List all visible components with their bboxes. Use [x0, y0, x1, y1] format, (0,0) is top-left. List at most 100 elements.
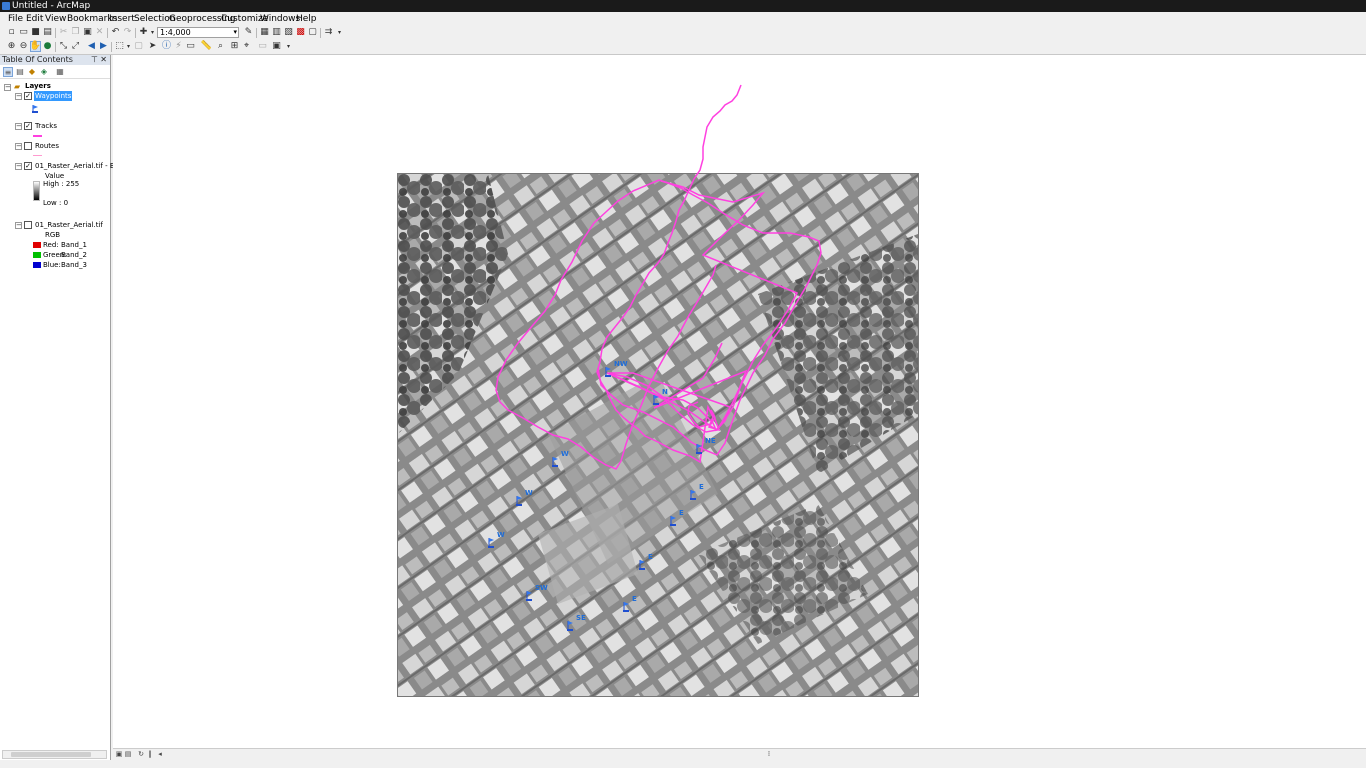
waypoint-e-3[interactable]: E — [639, 553, 653, 570]
list-by-drawing-order-icon[interactable]: ≡ — [3, 67, 13, 77]
waypoint-ne[interactable]: NE — [696, 437, 716, 454]
paste-icon[interactable]: ▣ — [82, 27, 93, 38]
copy-icon[interactable]: ❐ — [70, 27, 81, 38]
waypoints-overlay: NW N NE W W W E E E SW SE E — [488, 360, 716, 631]
list-by-source-icon[interactable]: ▤ — [15, 67, 25, 77]
fixed-zoom-in-icon[interactable]: ⤡ — [58, 41, 69, 52]
raster-band-high-label: High : 255 — [43, 180, 80, 188]
waypoint-n[interactable]: N — [653, 388, 668, 405]
menu-file[interactable]: File — [6, 13, 25, 26]
save-icon[interactable]: ■ — [30, 27, 41, 38]
waypoints-visibility-checkbox[interactable]: ✓ — [24, 92, 32, 100]
flag-icon — [32, 105, 38, 113]
new-document-icon[interactable]: ▫ — [6, 27, 17, 38]
blue-band-swatch — [33, 262, 41, 268]
grayscale-ramp — [33, 181, 40, 201]
refresh-icon[interactable]: ↻ — [137, 750, 145, 759]
collapse-raster-rgb-icon[interactable]: − — [15, 222, 22, 229]
map-view[interactable]: NW N NE W W W E E E SW SE E — [113, 55, 1366, 748]
data-view-icon[interactable]: ▣ — [115, 750, 123, 759]
waypoint-label-sw: SW — [535, 584, 548, 592]
toc-options-icon[interactable]: ▦ — [55, 67, 65, 77]
select-elements-icon[interactable]: ➤ — [147, 41, 158, 52]
layers-root-label[interactable]: Layers — [25, 81, 51, 91]
html-popup-icon[interactable]: ▭ — [185, 41, 196, 52]
delete-icon[interactable]: ✕ — [94, 27, 105, 38]
layout-view-icon[interactable]: ▤ — [124, 750, 132, 759]
catalog-window-icon[interactable]: ▥ — [271, 27, 282, 38]
raster-rgb-visibility-checkbox[interactable] — [24, 221, 32, 229]
find-icon[interactable]: ⌕ — [215, 41, 226, 52]
collapse-routes-icon[interactable]: − — [15, 143, 22, 150]
table-of-contents-icon[interactable]: ▦ — [259, 27, 270, 38]
layer-routes[interactable]: Routes — [35, 141, 59, 151]
waypoint-w-1[interactable]: W — [552, 450, 569, 467]
map-scale-combo[interactable]: 1:4,000 ▾ — [157, 27, 239, 38]
model-builder-icon[interactable]: ⇉ — [323, 27, 334, 38]
routes-visibility-checkbox[interactable] — [24, 142, 32, 150]
waypoint-e-2[interactable]: E — [670, 509, 684, 526]
waypoint-nw[interactable]: NW — [605, 360, 628, 377]
waypoint-sw[interactable]: SW — [526, 584, 548, 601]
menu-help[interactable]: Help — [294, 13, 319, 26]
collapse-waypoints-icon[interactable]: − — [15, 93, 22, 100]
identify-icon[interactable]: ⓘ — [161, 41, 172, 52]
waypoint-w-2[interactable]: W — [516, 489, 533, 506]
zoom-in-icon[interactable]: ⊕ — [6, 41, 17, 52]
editor-toolbar-icon[interactable]: ✎ — [243, 27, 254, 38]
green-band-value: Band_2 — [61, 251, 87, 259]
toc-title: Table Of Contents — [2, 55, 73, 64]
pin-icon[interactable]: ⊤ — [91, 55, 98, 65]
tracks-visibility-checkbox[interactable]: ✓ — [24, 122, 32, 130]
list-by-visibility-icon[interactable]: ◆ — [27, 67, 37, 77]
tools-toolbar: ⊕ ⊖ ✋ ● ⤡ ⤢ ◀ ▶ ⬚ ▾ ▢ ➤ ⓘ ⚡ ▭ 📏 ⌕ ⊞ ⌖ ▭ … — [0, 40, 1366, 55]
redo-icon[interactable]: ↷ — [122, 27, 133, 38]
waypoint-label-ne: NE — [705, 437, 716, 445]
hyperlink-icon[interactable]: ⚡ — [173, 41, 184, 52]
scroll-left-icon[interactable]: ◂ — [156, 750, 164, 759]
tools-options-icon[interactable]: ▾ — [283, 41, 294, 52]
arctoolbox-icon[interactable]: ▩ — [295, 27, 306, 38]
find-route-icon[interactable]: ⊞ — [229, 41, 240, 52]
time-slider-icon[interactable]: ▭ — [257, 41, 268, 52]
print-icon[interactable]: ▤ — [42, 27, 53, 38]
toolbar-options-icon[interactable]: ▾ — [334, 27, 345, 38]
open-icon[interactable]: ▭ — [18, 27, 29, 38]
layer-raster-rgb[interactable]: 01_Raster_Aerial.tif — [35, 220, 103, 230]
window-title: Untitled - ArcMap — [12, 1, 91, 11]
layer-waypoints[interactable]: Waypoints — [34, 91, 73, 101]
scrollbar-thumb[interactable] — [11, 752, 91, 757]
list-by-selection-icon[interactable]: ◈ — [39, 67, 49, 77]
clear-selection-icon[interactable]: ▢ — [133, 41, 144, 52]
collapse-layers-icon[interactable]: − — [4, 84, 11, 91]
layers-folder-icon: ▰ — [14, 82, 21, 91]
waypoint-label-e-3: E — [648, 553, 653, 561]
toc-horizontal-scrollbar[interactable] — [2, 750, 107, 759]
waypoint-label-w-2: W — [525, 489, 533, 497]
collapse-raster-band-icon[interactable]: − — [15, 163, 22, 170]
waypoint-w-3[interactable]: W — [488, 531, 505, 548]
go-back-icon[interactable]: ◀ — [86, 41, 97, 52]
layer-tracks[interactable]: Tracks — [35, 121, 57, 131]
create-viewer-window-icon[interactable]: ▣ — [271, 41, 282, 52]
zoom-out-icon[interactable]: ⊖ — [18, 41, 29, 52]
go-forward-icon[interactable]: ▶ — [98, 41, 109, 52]
collapse-tracks-icon[interactable]: − — [15, 123, 22, 130]
measure-icon[interactable]: 📏 — [201, 41, 212, 52]
raster-band-visibility-checkbox[interactable]: ✓ — [24, 162, 32, 170]
pan-icon[interactable]: ✋ — [30, 41, 41, 52]
arcmap-app-icon — [2, 2, 10, 10]
scroll-grip-icon[interactable]: ⁞ — [765, 750, 773, 759]
go-to-xy-icon[interactable]: ⌖ — [241, 41, 252, 52]
search-window-icon[interactable]: ▧ — [283, 27, 294, 38]
close-icon[interactable]: ✕ — [100, 55, 107, 65]
waypoint-se[interactable]: SE — [567, 614, 586, 631]
cut-icon[interactable]: ✂ — [58, 27, 69, 38]
undo-icon[interactable]: ↶ — [110, 27, 121, 38]
full-extent-icon[interactable]: ● — [42, 41, 53, 52]
waypoint-e-1[interactable]: E — [690, 483, 704, 500]
fixed-zoom-out-icon[interactable]: ⤢ — [70, 41, 81, 52]
python-window-icon[interactable]: ▢ — [307, 27, 318, 38]
waypoint-e-4[interactable]: E — [623, 595, 637, 612]
pause-drawing-icon[interactable]: ‖ — [146, 750, 154, 759]
